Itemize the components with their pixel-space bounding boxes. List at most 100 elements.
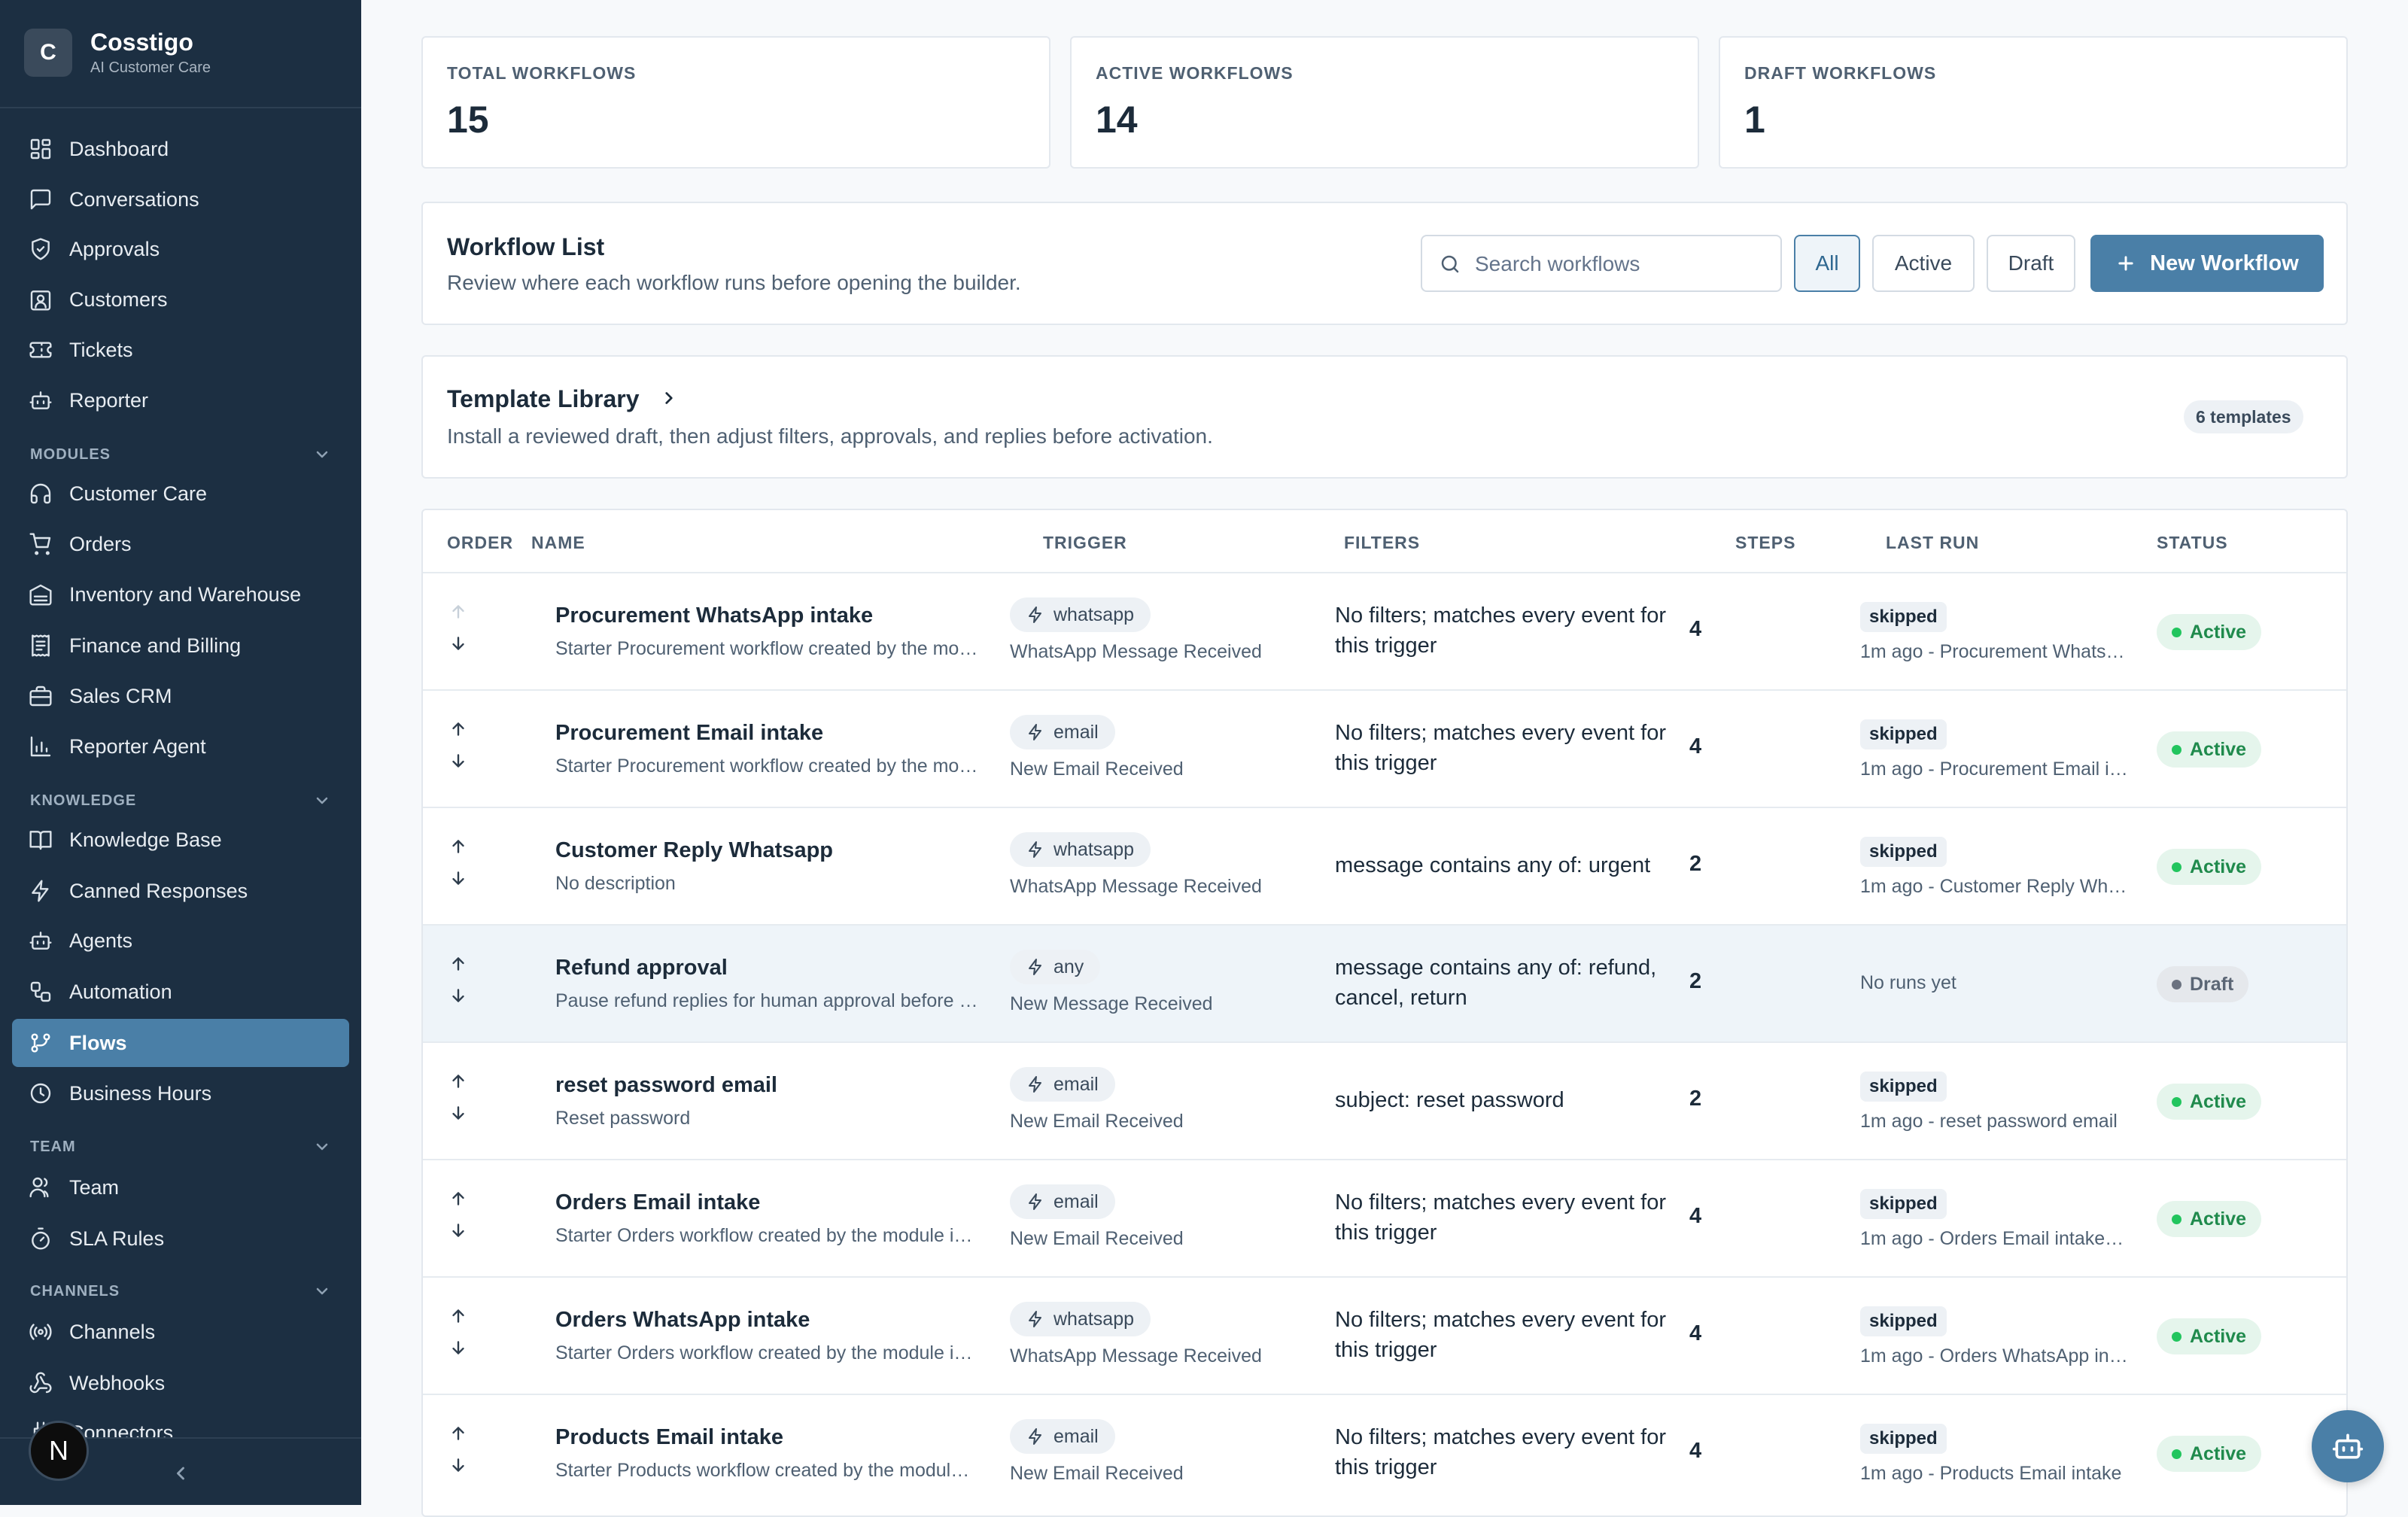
workflow-name[interactable]: Procurement WhatsApp intake — [555, 603, 873, 628]
status-label: Draft — [2190, 974, 2234, 995]
sidebar-item-knowledge-base[interactable]: Knowledge Base — [12, 816, 349, 864]
sidebar-item-dashboard[interactable]: Dashboard — [12, 125, 349, 173]
stat-label: TOTAL WORKFLOWS — [447, 63, 637, 83]
section-channels[interactable]: CHANNELS — [30, 1276, 331, 1306]
arrow-down-icon[interactable] — [448, 986, 468, 1005]
arrow-up-icon[interactable] — [448, 1306, 468, 1326]
sidebar-item-label: Reporter — [69, 389, 149, 412]
arrow-up-icon[interactable] — [448, 837, 468, 856]
arrow-up-icon[interactable] — [448, 954, 468, 974]
chat-icon — [29, 187, 53, 211]
arrow-down-icon[interactable] — [448, 1338, 468, 1357]
search-input[interactable] — [1473, 245, 1770, 283]
workflow-name[interactable]: Customer Reply Whatsapp — [555, 838, 833, 863]
workflow-name[interactable]: Refund approval — [555, 956, 728, 980]
status-label: Active — [2190, 1208, 2247, 1230]
last-run-detail: 1m ago - reset password email — [1860, 1111, 2118, 1132]
sidebar-item-customer-care[interactable]: Customer Care — [12, 470, 349, 518]
table-row[interactable]: Procurement WhatsApp intake Starter Procu… — [423, 572, 2346, 689]
table-row[interactable]: Procurement Email intake Starter Procurem… — [423, 689, 2346, 807]
arrow-down-icon[interactable] — [448, 1221, 468, 1240]
arrow-down-icon[interactable] — [448, 634, 468, 653]
section-team[interactable]: TEAM — [30, 1132, 331, 1162]
workflow-description: Starter Orders workflow created by the m… — [555, 1342, 978, 1363]
last-run-detail: 1m ago - Orders Email intake: new — [1860, 1228, 2128, 1249]
status-badge: Active — [2157, 1318, 2262, 1354]
workflow-name[interactable]: Products Email intake — [555, 1425, 783, 1450]
table-row[interactable]: Orders WhatsApp intake Starter Orders wor… — [423, 1276, 2346, 1394]
book-icon — [29, 828, 53, 852]
brand[interactable]: C Cosstigo AI Customer Care — [24, 27, 211, 78]
sidebar-item-reporter-agent[interactable]: Reporter Agent — [12, 722, 349, 771]
section-knowledge[interactable]: KNOWLEDGE — [30, 786, 331, 816]
sidebar-item-team[interactable]: Team — [12, 1163, 349, 1211]
sidebar-item-orders[interactable]: Orders — [12, 520, 349, 568]
table-row[interactable]: Refund approval Pause refund replies for … — [423, 924, 2346, 1041]
last-run-status-chip: skipped — [1860, 1189, 1947, 1219]
column-header: STEPS — [1735, 533, 1796, 552]
sidebar-item-canned-responses[interactable]: Canned Responses — [12, 867, 349, 915]
sidebar-item-channels[interactable]: Channels — [12, 1308, 349, 1356]
status-dot — [2172, 980, 2181, 990]
sidebar-item-finance-and-billing[interactable]: Finance and Billing — [12, 622, 349, 670]
filter-active-button[interactable]: Active — [1872, 235, 1975, 292]
trigger-chip: whatsapp — [1010, 597, 1151, 632]
trigger-label: email — [1054, 1074, 1099, 1095]
sidebar-item-tickets[interactable]: Tickets — [12, 326, 349, 374]
sidebar-item-sla-rules[interactable]: SLA Rules — [12, 1215, 349, 1263]
template-library-panel[interactable]: Template Library Install a reviewed draf… — [421, 355, 2348, 479]
workflow-name[interactable]: Orders Email intake — [555, 1190, 760, 1215]
chevron-right-icon[interactable] — [659, 388, 679, 408]
arrow-down-icon[interactable] — [448, 1103, 468, 1123]
workflow-name[interactable]: Orders WhatsApp intake — [555, 1308, 810, 1333]
workflow-steps: 4 — [1689, 1439, 1702, 1463]
new-workflow-button[interactable]: New Workflow — [2090, 235, 2324, 292]
table-row[interactable]: Orders Email intake Starter Orders workfl… — [423, 1159, 2346, 1276]
sidebar-item-label: Tickets — [69, 339, 133, 361]
filter-draft-button[interactable]: Draft — [1987, 235, 2075, 292]
sidebar-item-reporter[interactable]: Reporter — [12, 376, 349, 424]
sidebar-item-webhooks[interactable]: Webhooks — [12, 1359, 349, 1407]
avatar[interactable]: N — [29, 1421, 89, 1481]
stat-card-total: TOTAL WORKFLOWS 15 — [421, 36, 1050, 169]
filter-all-button[interactable]: All — [1794, 235, 1860, 292]
arrow-up-icon[interactable] — [448, 1189, 468, 1208]
last-run-status-chip: skipped — [1860, 1424, 1947, 1454]
workflow-name[interactable]: reset password email — [555, 1073, 777, 1098]
radio-icon — [29, 1320, 53, 1344]
section-modules[interactable]: MODULES — [30, 439, 331, 470]
brand-subtitle: AI Customer Care — [90, 59, 211, 76]
arrow-up-icon[interactable] — [448, 1072, 468, 1091]
arrow-down-icon[interactable] — [448, 868, 468, 888]
table-row[interactable]: Customer Reply Whatsapp No description wha… — [423, 807, 2346, 924]
table-row[interactable]: Products Email intake Starter Products wo… — [423, 1394, 2346, 1511]
status-badge: Active — [2157, 1084, 2262, 1120]
sidebar-item-flows[interactable]: Flows — [12, 1019, 349, 1067]
workflow-filters: subject: reset password — [1335, 1088, 1564, 1112]
sidebar-item-inventory-and-warehouse[interactable]: Inventory and Warehouse — [12, 570, 349, 619]
sidebar: C Cosstigo AI Customer Care Dashboard Con… — [0, 0, 361, 1505]
status-label: Active — [2190, 1091, 2247, 1112]
sidebar-item-approvals[interactable]: Approvals — [12, 225, 349, 273]
trigger-label: email — [1054, 722, 1099, 743]
trigger-event: New Email Received — [1010, 1463, 1184, 1484]
sidebar-item-agents[interactable]: Agents — [12, 917, 349, 965]
workflow-name[interactable]: Procurement Email intake — [555, 721, 823, 746]
arrow-up-icon[interactable] — [448, 1424, 468, 1443]
arrow-up-icon[interactable] — [448, 719, 468, 739]
arrow-down-icon[interactable] — [448, 751, 468, 771]
sidebar-item-business-hours[interactable]: Business Hours — [12, 1069, 349, 1117]
assistant-bot-button[interactable] — [2312, 1410, 2384, 1482]
collapse-sidebar-button[interactable] — [170, 1463, 191, 1484]
table-row[interactable]: reset password email Reset password email N… — [423, 1041, 2346, 1159]
arrow-down-icon[interactable] — [448, 1455, 468, 1475]
sidebar-item-automation[interactable]: Automation — [12, 968, 349, 1016]
column-header: LAST RUN — [1886, 533, 1980, 552]
sidebar-item-conversations[interactable]: Conversations — [12, 175, 349, 223]
sidebar-item-customers[interactable]: Customers — [12, 275, 349, 324]
sidebar-item-sales-crm[interactable]: Sales CRM — [12, 672, 349, 720]
search-box[interactable] — [1421, 235, 1782, 292]
template-library-title[interactable]: Template Library — [447, 385, 639, 413]
bot-icon — [29, 388, 53, 412]
brand-logo: C — [24, 29, 72, 77]
